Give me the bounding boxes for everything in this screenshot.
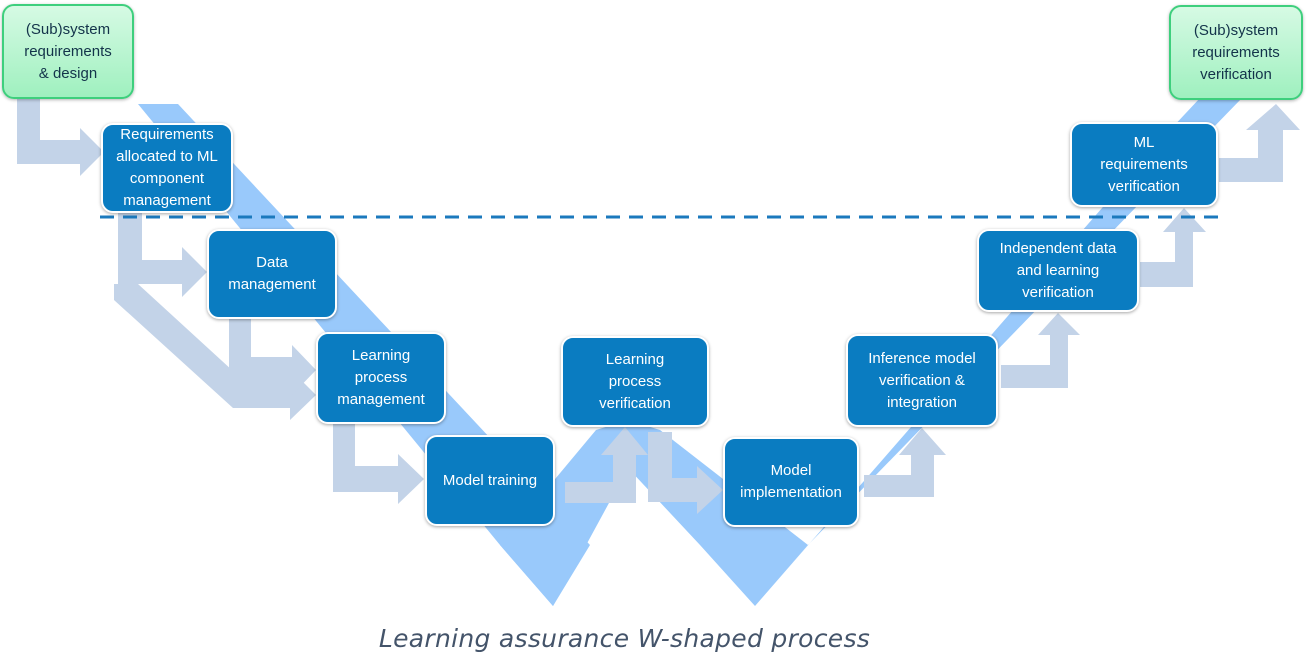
node-ml-requirements-verification: ML requirements verification	[1070, 122, 1218, 207]
diagram-caption: Learning assurance W-shaped process	[378, 624, 871, 653]
node-subsystem-requirements-design: (Sub)system requirements & design	[2, 4, 134, 99]
node-learning-process-management: Learning process management	[316, 332, 446, 424]
node-independent-data-learning-verification: Independent data and learning verificati…	[977, 229, 1139, 312]
node-requirements-allocated-ml: Requirements allocated to ML component m…	[101, 123, 233, 213]
node-model-implementation: Model implementation	[723, 437, 859, 527]
node-data-management: Data management	[207, 229, 337, 319]
arrow-independent-to-ml-verification	[1140, 208, 1206, 287]
arrow-ml-verification-to-system	[1219, 104, 1300, 182]
arrow-system-to-allocated	[17, 98, 104, 176]
node-subsystem-requirements-verification: (Sub)system requirements verification	[1169, 5, 1303, 100]
arrow-learning-mgmt-to-training	[333, 424, 424, 504]
node-inference-model-verification: Inference model verification & integrati…	[846, 334, 998, 427]
node-learning-process-verification: Learning process verification	[561, 336, 709, 427]
node-model-training: Model training	[425, 435, 555, 526]
w-process-diagram	[17, 98, 1300, 606]
